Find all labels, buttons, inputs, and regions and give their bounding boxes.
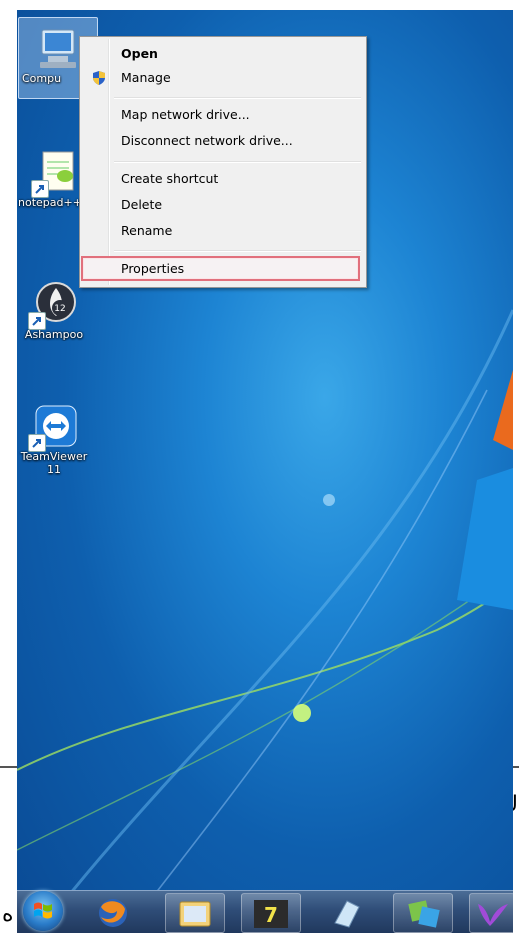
explorer-icon [179, 901, 211, 927]
taskbar-bird-app[interactable] [469, 893, 515, 933]
shortcut-arrow-icon [31, 180, 49, 198]
taskbar-windows-live[interactable] [393, 893, 453, 933]
desktop-icon-ashampoo[interactable]: 12 Ashampoo [17, 280, 93, 350]
menu-item-label: Manage [121, 70, 171, 85]
bird-app-icon [478, 904, 508, 926]
7-zip-icon: 7 [254, 900, 288, 928]
desktop-icon-teamviewer[interactable]: TeamViewer 11 [17, 402, 93, 492]
menu-separator [114, 250, 361, 252]
shortcut-arrow-icon [28, 312, 46, 330]
page-text-fragment-bottom: ه [2, 902, 14, 927]
taskbar-explorer[interactable] [165, 893, 225, 933]
shortcut-arrow-icon [28, 434, 46, 452]
teamviewer-icon [28, 402, 78, 452]
menu-item-label: Open [121, 46, 158, 61]
notepad-plus-plus-icon [31, 148, 81, 198]
menu-item-disconnect-network-drive[interactable]: Disconnect network drive... [83, 129, 363, 153]
desktop-icon-label: Ashampoo [24, 328, 84, 341]
menu-item-label: Properties [121, 261, 185, 276]
windows-live-icon [408, 900, 440, 928]
taskbar-firefox[interactable] [87, 893, 139, 931]
menu-separator [114, 97, 361, 99]
taskbar: 7 [17, 890, 515, 933]
menu-item-open[interactable]: Open [83, 42, 363, 66]
menu-item-label: Create shortcut [121, 171, 219, 186]
menu-item-map-network-drive[interactable]: Map network drive... [83, 103, 363, 127]
menu-item-label: Map network drive... [121, 107, 250, 122]
menu-item-properties[interactable]: Properties [81, 256, 360, 281]
computer-icon [34, 24, 82, 72]
start-orb-icon[interactable] [23, 891, 63, 931]
taskbar-7zip[interactable]: 7 [241, 893, 301, 933]
menu-item-label: Rename [121, 223, 173, 238]
svg-text:7: 7 [264, 903, 278, 927]
menu-separator [114, 161, 361, 163]
menu-item-label: Disconnect network drive... [121, 133, 293, 148]
menu-item-manage[interactable]: Manage [83, 66, 363, 90]
desktop-icon-label: TeamViewer [20, 450, 88, 463]
sticky-notes-icon [334, 900, 360, 928]
desktop-icon-label-line2: 11 [47, 463, 61, 476]
menu-item-label: Delete [121, 197, 163, 212]
page-rule-right [513, 766, 519, 768]
menu-item-delete[interactable]: Delete [83, 193, 363, 217]
ashampoo-icon: 12 [28, 280, 78, 330]
uac-shield-icon [91, 70, 107, 94]
taskbar-sticky-notes[interactable] [317, 893, 375, 931]
svg-text:12: 12 [54, 304, 65, 314]
context-menu: Open Manage Map network drive... Disconn… [79, 36, 367, 288]
page-rule-left [0, 766, 17, 768]
menu-item-rename[interactable]: Rename [83, 219, 363, 243]
menu-item-create-shortcut[interactable]: Create shortcut [83, 167, 363, 191]
firefox-icon [99, 899, 127, 927]
